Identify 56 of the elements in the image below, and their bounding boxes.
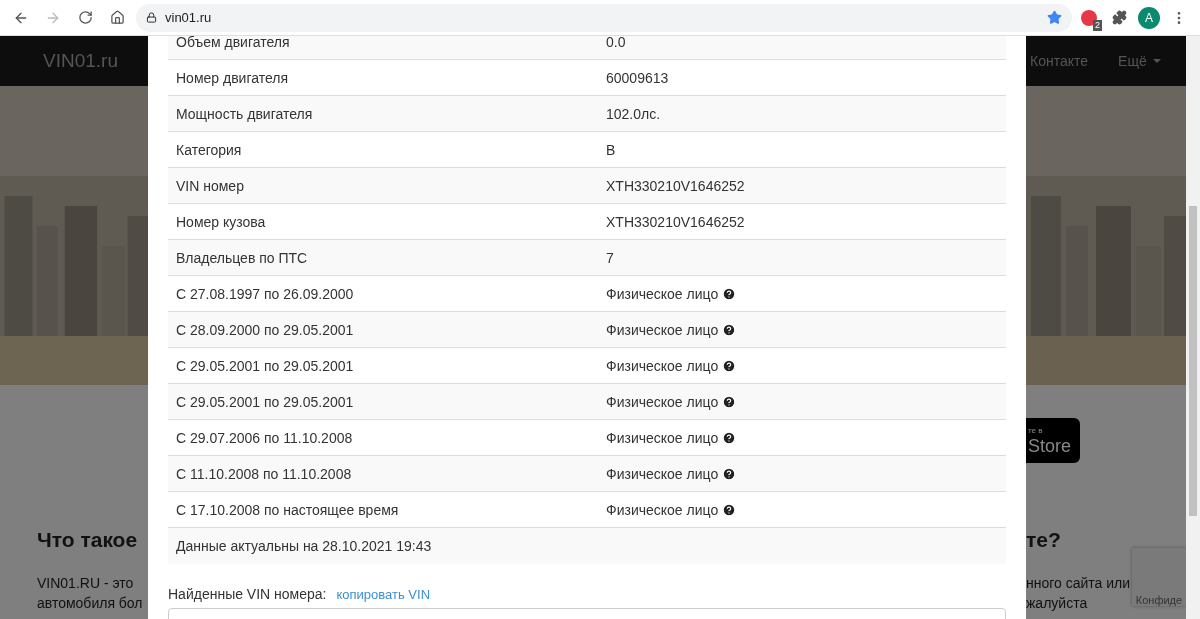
row-value: Физическое лицо <box>606 357 719 374</box>
lock-icon <box>146 12 157 23</box>
row-value: 7 <box>606 249 614 266</box>
app-store-badge[interactable]: те в Store <box>1026 418 1080 463</box>
body-text: автомобиля бол <box>37 594 143 613</box>
puzzle-icon[interactable] <box>1111 10 1127 25</box>
row-label: Категория <box>175 141 243 158</box>
body-text: VIN01.RU - это <box>37 574 134 593</box>
row-value: XTH330210V1646252 <box>606 213 745 230</box>
row-label: Номер двигателя <box>175 69 289 86</box>
scrollbar[interactable] <box>1186 36 1200 619</box>
row-label: С 29.07.2006 по 11.10.2008 <box>175 429 354 446</box>
help-icon[interactable] <box>722 286 737 301</box>
row-label: Мощность двигателя <box>175 105 314 122</box>
row-value: Физическое лицо <box>606 393 719 410</box>
help-icon[interactable] <box>722 430 737 445</box>
nav-link[interactable]: Контакте <box>1030 53 1089 69</box>
reload-icon[interactable] <box>77 10 93 25</box>
recaptcha-badge[interactable]: Конфиде <box>1132 548 1186 606</box>
row-value: 0.0 <box>606 36 626 50</box>
help-icon[interactable] <box>722 466 737 481</box>
row-label: С 28.09.2000 по 29.05.2001 <box>175 321 355 338</box>
help-icon[interactable] <box>722 322 737 337</box>
row-value: Физическое лицо <box>606 285 719 302</box>
update-note: Данные актуальны на 28.10.2021 19:43 <box>168 527 1006 564</box>
row-label: Владельцев по ПТС <box>175 249 309 266</box>
row-label: С 29.05.2001 по 29.05.2001 <box>175 393 355 410</box>
help-icon[interactable] <box>722 358 737 373</box>
row-value: 60009613 <box>606 69 669 86</box>
help-icon[interactable] <box>722 502 737 517</box>
copy-vin-link[interactable]: копировать VIN <box>336 586 431 602</box>
profile-avatar[interactable]: A <box>1138 6 1160 29</box>
row-value: XTH330210V1646252 <box>606 177 745 194</box>
row-value: Физическое лицо <box>606 501 719 518</box>
address-bar[interactable]: vin01.ru <box>136 3 1072 32</box>
row-label: С 11.10.2008 по 11.10.2008 <box>175 465 353 482</box>
row-label: С 27.08.1997 по 26.09.2000 <box>175 285 355 302</box>
body-text: нного сайта или <box>1026 574 1131 593</box>
found-vin-label: Найденные VIN номера: <box>168 586 327 602</box>
row-value: 102.0лс. <box>606 105 661 122</box>
section-heading: те? <box>1026 527 1061 553</box>
row-label: С 29.05.2001 по 29.05.2001 <box>175 357 355 374</box>
row-label: Номер кузова <box>175 213 267 230</box>
nav-link[interactable]: Ещё <box>1118 53 1161 69</box>
row-label: VIN номер <box>175 177 245 194</box>
row-label: Объем двигателя <box>175 36 291 50</box>
row-label: С 17.10.2008 по настоящее время <box>175 501 400 518</box>
row-value: Физическое лицо <box>606 429 719 446</box>
help-icon[interactable] <box>722 394 737 409</box>
section-heading: Что такое <box>37 527 139 553</box>
row-value: Физическое лицо <box>606 321 719 338</box>
star-icon[interactable] <box>1047 10 1062 25</box>
home-icon[interactable] <box>109 10 125 25</box>
row-value: Физическое лицо <box>606 465 719 482</box>
body-text: жалуйста <box>1026 594 1088 613</box>
row-value: B <box>606 141 616 158</box>
